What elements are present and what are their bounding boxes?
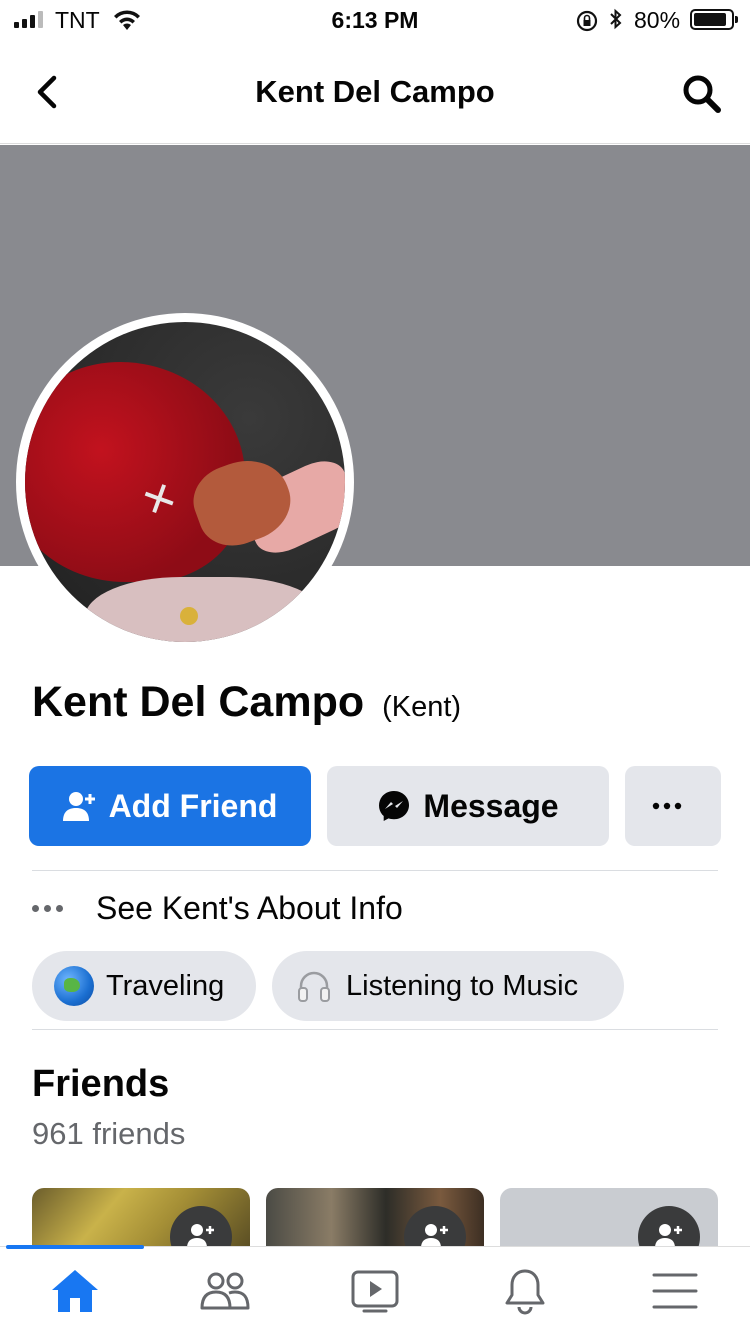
page-title: Kent Del Campo — [255, 74, 495, 109]
more-dots-icon — [652, 802, 682, 810]
about-info-label: See Kent's About Info — [96, 889, 403, 926]
bottom-tab-bar — [0, 1245, 750, 1334]
globe-icon — [54, 966, 94, 1006]
profile-nickname: (Kent) — [382, 691, 462, 723]
add-friend-label: Add Friend — [108, 787, 278, 824]
messenger-icon — [379, 791, 410, 821]
add-friend-icon — [62, 792, 95, 821]
search-icon[interactable] — [680, 72, 724, 116]
profile-avatar[interactable]: ✕ — [16, 313, 354, 651]
status-bar: TNT 6:13 PM 80% — [0, 0, 750, 40]
friend-card[interactable] — [32, 1188, 250, 1248]
home-icon — [52, 1270, 98, 1312]
friend-card[interactable] — [500, 1188, 718, 1248]
hobby-chip-music[interactable]: Listening to Music — [272, 951, 624, 1021]
headphones-icon — [294, 966, 334, 1006]
orientation-lock-icon — [575, 9, 599, 38]
friends-count[interactable]: 961 friends — [32, 1116, 185, 1152]
tab-notifications[interactable] — [450, 1247, 600, 1334]
more-options-button[interactable] — [625, 766, 721, 846]
hobby-label: Listening to Music — [346, 969, 579, 1002]
tab-watch[interactable] — [300, 1247, 450, 1334]
friends-icon — [200, 1272, 250, 1310]
profile-name: Kent Del Campo (Kent) — [32, 678, 461, 727]
top-navbar: Kent Del Campo — [0, 40, 750, 144]
watch-icon — [351, 1270, 399, 1313]
add-friend-icon[interactable] — [404, 1206, 466, 1248]
menu-icon — [652, 1273, 698, 1309]
profile-full-name: Kent Del Campo — [32, 678, 365, 726]
friend-card[interactable] — [266, 1188, 484, 1248]
add-friend-icon[interactable] — [170, 1206, 232, 1248]
hobby-label: Traveling — [106, 969, 225, 1002]
add-friend-button[interactable]: Add Friend — [29, 766, 311, 846]
notifications-icon — [505, 1269, 545, 1315]
battery-percent: 80% — [634, 7, 681, 33]
add-friend-icon[interactable] — [638, 1206, 700, 1248]
message-button[interactable]: Message — [327, 766, 609, 846]
tab-home[interactable] — [0, 1247, 150, 1334]
message-label: Message — [423, 787, 559, 824]
friends-section-title: Friends — [32, 1063, 170, 1105]
divider — [32, 870, 718, 871]
more-dots-icon — [32, 904, 72, 912]
profile-photo: ✕ — [25, 322, 345, 642]
tab-menu[interactable] — [600, 1247, 750, 1334]
hobby-chip-traveling[interactable]: Traveling — [32, 951, 256, 1021]
about-info-link[interactable]: See Kent's About Info — [32, 886, 403, 930]
battery-icon — [690, 9, 738, 30]
tab-friends[interactable] — [150, 1247, 300, 1334]
divider — [32, 1029, 718, 1030]
bluetooth-icon — [608, 7, 624, 37]
